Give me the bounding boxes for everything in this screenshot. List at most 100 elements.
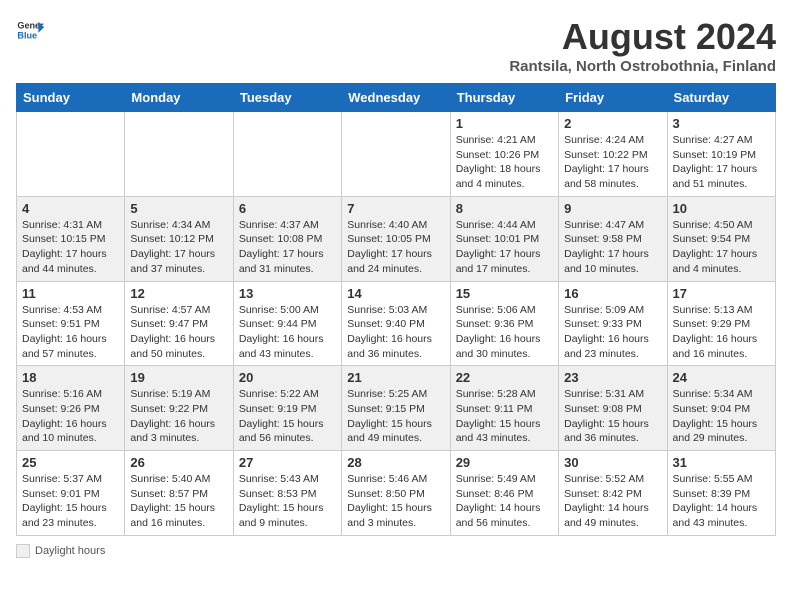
legend-daylight-label: Daylight hours	[35, 545, 105, 557]
day-number: 26	[130, 455, 227, 470]
day-number: 10	[673, 201, 770, 216]
calendar-cell-1-1	[17, 112, 125, 197]
calendar-cell-1-4	[342, 112, 450, 197]
day-number: 13	[239, 286, 336, 301]
day-info: Sunrise: 5:00 AMSunset: 9:44 PMDaylight:…	[239, 303, 336, 362]
day-number: 19	[130, 370, 227, 385]
day-info: Sunrise: 5:13 AMSunset: 9:29 PMDaylight:…	[673, 303, 770, 362]
legend-item-daylight: Daylight hours	[16, 544, 105, 558]
day-info: Sunrise: 5:06 AMSunset: 9:36 PMDaylight:…	[456, 303, 553, 362]
calendar-cell-3-7: 17 Sunrise: 5:13 AMSunset: 9:29 PMDayligh…	[667, 281, 775, 366]
calendar-week-1: 1 Sunrise: 4:21 AMSunset: 10:26 PMDayligh…	[17, 112, 776, 197]
month-year-title: August 2024	[509, 16, 776, 58]
calendar-cell-2-1: 4Sunrise: 4:31 AMSunset: 10:15 PMDayligh…	[17, 196, 125, 281]
day-number: 28	[347, 455, 444, 470]
day-number: 9	[564, 201, 661, 216]
calendar-header-thursday: Thursday	[450, 84, 558, 112]
day-number: 2	[564, 116, 661, 131]
day-info: Sunrise: 4:40 AMSunset: 10:05 PMDaylight…	[347, 218, 444, 277]
day-number: 31	[673, 455, 770, 470]
svg-text:Blue: Blue	[17, 30, 37, 40]
day-info: Sunrise: 5:09 AMSunset: 9:33 PMDaylight:…	[564, 303, 661, 362]
calendar-cell-4-4: 21Sunrise: 5:25 AMSunset: 9:15 PMDayligh…	[342, 366, 450, 451]
calendar-week-4: 18Sunrise: 5:16 AMSunset: 9:26 PMDayligh…	[17, 366, 776, 451]
day-info: Sunrise: 5:55 AMSunset: 8:39 PMDaylight:…	[673, 472, 770, 531]
calendar-header-wednesday: Wednesday	[342, 84, 450, 112]
day-info: Sunrise: 5:16 AMSunset: 9:26 PMDaylight:…	[22, 387, 119, 446]
calendar-cell-3-6: 16 Sunrise: 5:09 AMSunset: 9:33 PMDayligh…	[559, 281, 667, 366]
calendar-cell-5-3: 27 Sunrise: 5:43 AMSunset: 8:53 PMDayligh…	[233, 451, 341, 536]
calendar-header-tuesday: Tuesday	[233, 84, 341, 112]
day-info: Sunrise: 4:24 AMSunset: 10:22 PMDaylight…	[564, 133, 661, 192]
day-info: Sunrise: 4:34 AMSunset: 10:12 PMDaylight…	[130, 218, 227, 277]
calendar-cell-5-1: 25Sunrise: 5:37 AMSunset: 9:01 PMDayligh…	[17, 451, 125, 536]
day-info: Sunrise: 5:37 AMSunset: 9:01 PMDaylight:…	[22, 472, 119, 531]
day-number: 7	[347, 201, 444, 216]
calendar-cell-3-1: 11 Sunrise: 4:53 AMSunset: 9:51 PMDayligh…	[17, 281, 125, 366]
calendar-week-2: 4Sunrise: 4:31 AMSunset: 10:15 PMDayligh…	[17, 196, 776, 281]
day-info: Sunrise: 5:49 AMSunset: 8:46 PMDaylight:…	[456, 472, 553, 531]
legend: Daylight hours	[16, 544, 776, 558]
calendar-cell-2-6: 9 Sunrise: 4:47 AMSunset: 9:58 PMDaylight…	[559, 196, 667, 281]
calendar-cell-4-7: 24 Sunrise: 5:34 AMSunset: 9:04 PMDayligh…	[667, 366, 775, 451]
logo-icon: General Blue	[16, 16, 44, 44]
calendar-cell-2-3: 6 Sunrise: 4:37 AMSunset: 10:08 PMDayligh…	[233, 196, 341, 281]
day-info: Sunrise: 4:44 AMSunset: 10:01 PMDaylight…	[456, 218, 553, 277]
calendar-week-5: 25Sunrise: 5:37 AMSunset: 9:01 PMDayligh…	[17, 451, 776, 536]
calendar-header-saturday: Saturday	[667, 84, 775, 112]
day-number: 23	[564, 370, 661, 385]
calendar-header-sunday: Sunday	[17, 84, 125, 112]
calendar-cell-3-2: 12Sunrise: 4:57 AMSunset: 9:47 PMDayligh…	[125, 281, 233, 366]
day-info: Sunrise: 4:31 AMSunset: 10:15 PMDaylight…	[22, 218, 119, 277]
day-info: Sunrise: 5:28 AMSunset: 9:11 PMDaylight:…	[456, 387, 553, 446]
day-info: Sunrise: 5:34 AMSunset: 9:04 PMDaylight:…	[673, 387, 770, 446]
day-number: 17	[673, 286, 770, 301]
day-info: Sunrise: 4:37 AMSunset: 10:08 PMDaylight…	[239, 218, 336, 277]
calendar-cell-1-2	[125, 112, 233, 197]
day-number: 21	[347, 370, 444, 385]
day-info: Sunrise: 4:47 AMSunset: 9:58 PMDaylight:…	[564, 218, 661, 277]
day-info: Sunrise: 5:43 AMSunset: 8:53 PMDaylight:…	[239, 472, 336, 531]
day-number: 15	[456, 286, 553, 301]
calendar-cell-5-2: 26Sunrise: 5:40 AMSunset: 8:57 PMDayligh…	[125, 451, 233, 536]
calendar-cell-4-1: 18Sunrise: 5:16 AMSunset: 9:26 PMDayligh…	[17, 366, 125, 451]
day-number: 22	[456, 370, 553, 385]
calendar-week-3: 11 Sunrise: 4:53 AMSunset: 9:51 PMDayligh…	[17, 281, 776, 366]
calendar-header-friday: Friday	[559, 84, 667, 112]
calendar-cell-5-5: 29Sunrise: 5:49 AMSunset: 8:46 PMDayligh…	[450, 451, 558, 536]
day-number: 3	[673, 116, 770, 131]
day-number: 11	[22, 286, 119, 301]
calendar-cell-3-5: 15 Sunrise: 5:06 AMSunset: 9:36 PMDayligh…	[450, 281, 558, 366]
day-info: Sunrise: 4:53 AMSunset: 9:51 PMDaylight:…	[22, 303, 119, 362]
day-info: Sunrise: 4:21 AMSunset: 10:26 PMDaylight…	[456, 133, 553, 192]
calendar-cell-2-5: 8Sunrise: 4:44 AMSunset: 10:01 PMDayligh…	[450, 196, 558, 281]
title-area: August 2024 Rantsila, North Ostrobothnia…	[509, 16, 776, 75]
day-info: Sunrise: 5:46 AMSunset: 8:50 PMDaylight:…	[347, 472, 444, 531]
calendar-cell-4-2: 19Sunrise: 5:19 AMSunset: 9:22 PMDayligh…	[125, 366, 233, 451]
day-number: 20	[239, 370, 336, 385]
logo: General Blue	[16, 16, 44, 44]
calendar-cell-1-5: 1 Sunrise: 4:21 AMSunset: 10:26 PMDayligh…	[450, 112, 558, 197]
calendar-cell-5-4: 28 Sunrise: 5:46 AMSunset: 8:50 PMDayligh…	[342, 451, 450, 536]
day-info: Sunrise: 5:31 AMSunset: 9:08 PMDaylight:…	[564, 387, 661, 446]
calendar-cell-2-4: 7 Sunrise: 4:40 AMSunset: 10:05 PMDayligh…	[342, 196, 450, 281]
calendar-body: 1 Sunrise: 4:21 AMSunset: 10:26 PMDayligh…	[17, 112, 776, 536]
calendar-header-monday: Monday	[125, 84, 233, 112]
day-number: 16	[564, 286, 661, 301]
day-number: 1	[456, 116, 553, 131]
calendar-cell-4-3: 20 Sunrise: 5:22 AMSunset: 9:19 PMDayligh…	[233, 366, 341, 451]
day-info: Sunrise: 5:03 AMSunset: 9:40 PMDaylight:…	[347, 303, 444, 362]
header: General Blue August 2024 Rantsila, North…	[16, 16, 776, 75]
day-number: 6	[239, 201, 336, 216]
calendar-cell-4-5: 22 Sunrise: 5:28 AMSunset: 9:11 PMDayligh…	[450, 366, 558, 451]
calendar-cell-3-3: 13 Sunrise: 5:00 AMSunset: 9:44 PMDayligh…	[233, 281, 341, 366]
calendar-cell-1-6: 2 Sunrise: 4:24 AMSunset: 10:22 PMDayligh…	[559, 112, 667, 197]
calendar-cell-5-6: 30Sunrise: 5:52 AMSunset: 8:42 PMDayligh…	[559, 451, 667, 536]
day-number: 24	[673, 370, 770, 385]
day-info: Sunrise: 4:50 AMSunset: 9:54 PMDaylight:…	[673, 218, 770, 277]
calendar-cell-2-7: 10 Sunrise: 4:50 AMSunset: 9:54 PMDayligh…	[667, 196, 775, 281]
day-info: Sunrise: 5:22 AMSunset: 9:19 PMDaylight:…	[239, 387, 336, 446]
day-number: 27	[239, 455, 336, 470]
calendar-header-row: SundayMondayTuesdayWednesdayThursdayFrid…	[17, 84, 776, 112]
day-number: 30	[564, 455, 661, 470]
